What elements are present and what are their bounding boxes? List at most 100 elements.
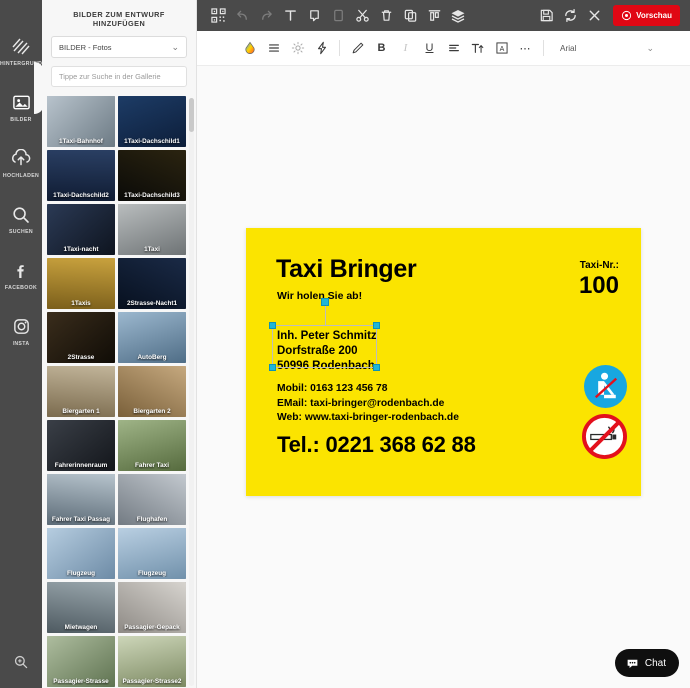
design-canvas[interactable]: Taxi Bringer Wir holen Sie ab! Inh. Pete…: [197, 66, 690, 688]
add-text-button[interactable]: [279, 5, 301, 27]
search-input[interactable]: [59, 72, 179, 81]
gallery-thumbnail[interactable]: 1Taxi-Bahnhof: [47, 96, 115, 147]
redo-button[interactable]: [255, 5, 277, 27]
refresh-button[interactable]: [559, 5, 581, 27]
thumbnail-caption: 1Taxi-Dachschild3: [124, 192, 180, 199]
eye-icon: [621, 10, 632, 21]
add-shape-button[interactable]: [303, 5, 325, 27]
gallery-thumbnail[interactable]: Mietwagen: [47, 582, 115, 633]
instagram-icon: [10, 316, 32, 338]
cut-button[interactable]: [351, 5, 373, 27]
chevron-down-icon: ⌄: [646, 42, 654, 53]
close-button[interactable]: [583, 5, 605, 27]
underline-button[interactable]: U: [418, 37, 441, 60]
gallery-thumbnail[interactable]: Flugzeug: [47, 528, 115, 579]
gallery-thumbnail[interactable]: Biergarten 1: [47, 366, 115, 417]
save-button[interactable]: [535, 5, 557, 27]
gallery-thumbnail[interactable]: 1Taxi-Dachschild1: [118, 96, 186, 147]
bold-button[interactable]: B: [370, 37, 393, 60]
thumbnail-caption: 1Taxi-Dachschild2: [53, 192, 109, 199]
thumbnail-caption: Passagier-Gepack: [124, 624, 180, 631]
rotate-handle-line: [324, 304, 326, 326]
duplicate-button[interactable]: [399, 5, 421, 27]
resize-handle-top-left[interactable]: [269, 322, 276, 329]
thumbnail-caption: 1Taxis: [71, 300, 91, 307]
sidebar-label-bilder: BILDER: [10, 116, 32, 123]
color-picker-button[interactable]: [238, 37, 261, 60]
resize-handle-bottom-left[interactable]: [269, 364, 276, 371]
selection-bounding-box[interactable]: [269, 298, 380, 371]
card-title[interactable]: Taxi Bringer: [276, 255, 417, 284]
thumbnail-caption: AutoBerg: [137, 354, 167, 361]
sidebar-item-hochladen[interactable]: HOCHLADEN: [0, 140, 42, 186]
active-panel-notch: [34, 62, 44, 114]
paste-button[interactable]: [327, 5, 349, 27]
gallery-thumbnail[interactable]: Biergarten 2: [118, 366, 186, 417]
gallery-scrollbar[interactable]: [189, 98, 194, 686]
thumbnail-caption: Biergarten 1: [62, 408, 100, 415]
card-contact-block[interactable]: Mobil: 0163 123 456 78 EMail: taxi-bring…: [277, 382, 459, 426]
gallery-thumbnail[interactable]: Passagier-Strasse2: [118, 636, 186, 687]
gallery-thumbnail[interactable]: Fahrerinnenraum: [47, 420, 115, 471]
gallery-thumbnail[interactable]: 1Taxi: [118, 204, 186, 255]
list-button[interactable]: [262, 37, 285, 60]
align-button[interactable]: [442, 37, 465, 60]
thumbnail-scroll-area[interactable]: 1Taxi-Bahnhof 1Taxi-Dachschild1 1Taxi-Dach…: [42, 96, 196, 688]
qr-code-button[interactable]: [207, 5, 229, 27]
thumbnail-grid: 1Taxi-Bahnhof 1Taxi-Dachschild1 1Taxi-Dach…: [47, 96, 194, 688]
brightness-button[interactable]: [286, 37, 309, 60]
undo-button[interactable]: [231, 5, 253, 27]
text-size-button[interactable]: [466, 37, 489, 60]
card-taxi-nr-label[interactable]: Taxi-Nr.:: [580, 260, 619, 271]
gallery-search-field[interactable]: [51, 66, 187, 87]
delete-button[interactable]: [375, 5, 397, 27]
gallery-thumbnail[interactable]: 2Strasse: [47, 312, 115, 363]
effects-button[interactable]: [310, 37, 333, 60]
sidebar-item-insta[interactable]: INSTA: [0, 308, 42, 354]
text-box-button[interactable]: A: [490, 37, 513, 60]
gallery-thumbnail[interactable]: 2Strasse-Nacht1: [118, 258, 186, 309]
gallery-thumbnail[interactable]: 1Taxis: [47, 258, 115, 309]
design-editor-app: HINTERGRUND BILDER HOCHLADEN SUCHEN FACE: [0, 0, 690, 688]
seatbelt-icon[interactable]: [584, 365, 627, 408]
chat-button[interactable]: Chat: [614, 649, 679, 677]
zoom-search-icon[interactable]: [0, 654, 42, 670]
pen-button[interactable]: [346, 37, 369, 60]
rotate-handle[interactable]: [320, 298, 329, 306]
chevron-down-icon: ⌄: [171, 41, 179, 52]
card-taxi-nr-value[interactable]: 100: [579, 272, 619, 300]
gallery-thumbnail[interactable]: 1Taxi-Dachschild3: [118, 150, 186, 201]
gallery-thumbnail[interactable]: AutoBerg: [118, 312, 186, 363]
hatch-pattern-icon: [10, 36, 32, 58]
resize-handle-top-right[interactable]: [373, 322, 380, 329]
gallery-thumbnail[interactable]: Flugzeug: [118, 528, 186, 579]
gallery-scrollbar-thumb[interactable]: [189, 98, 194, 132]
business-card[interactable]: Taxi Bringer Wir holen Sie ab! Inh. Pete…: [246, 228, 641, 496]
gallery-thumbnail[interactable]: Fahrer Taxi Passag: [47, 474, 115, 525]
card-mobile: Mobil: 0163 123 456 78: [277, 383, 388, 394]
category-select[interactable]: BILDER - Fotos ⌄: [51, 36, 187, 58]
card-web: Web: www.taxi-bringer-rodenbach.de: [277, 412, 459, 424]
italic-button[interactable]: I: [394, 37, 417, 60]
sidebar-item-suchen[interactable]: SUCHEN: [0, 196, 42, 242]
align-top-button[interactable]: [423, 5, 445, 27]
card-telephone[interactable]: Tel.: 0221 368 62 88: [277, 432, 476, 458]
svg-text:A: A: [499, 46, 504, 53]
more-options-button[interactable]: ⋯: [514, 37, 537, 60]
thumbnail-caption: Fahrer Taxi: [135, 462, 169, 469]
category-select-value: BILDER - Fotos: [59, 42, 112, 52]
gallery-thumbnail[interactable]: Passagier-Strasse: [47, 636, 115, 687]
font-family-select[interactable]: Arial ⌄: [554, 37, 660, 59]
sidebar-label-facebook: FACEBOOK: [4, 284, 38, 291]
thumbnail-caption: Mietwagen: [64, 624, 98, 631]
layers-button[interactable]: [447, 5, 469, 27]
gallery-thumbnail[interactable]: 1Taxi-nacht: [47, 204, 115, 255]
gallery-thumbnail[interactable]: Fahrer Taxi: [118, 420, 186, 471]
gallery-thumbnail[interactable]: Flughafen: [118, 474, 186, 525]
sidebar-item-facebook[interactable]: FACEBOOK: [0, 252, 42, 298]
no-smoking-icon[interactable]: [582, 414, 627, 459]
gallery-thumbnail[interactable]: Passagier-Gepack: [118, 582, 186, 633]
resize-handle-bottom-right[interactable]: [373, 364, 380, 371]
gallery-thumbnail[interactable]: 1Taxi-Dachschild2: [47, 150, 115, 201]
preview-button[interactable]: Vorschau: [613, 5, 680, 26]
